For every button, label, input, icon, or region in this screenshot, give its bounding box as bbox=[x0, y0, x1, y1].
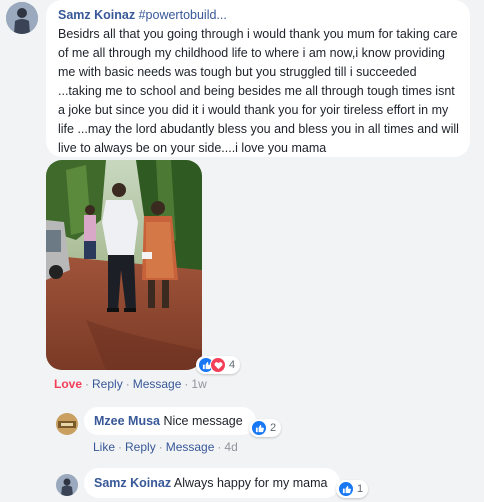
avatar-icon bbox=[56, 413, 78, 435]
photo-image bbox=[46, 160, 202, 370]
love-button[interactable]: Love bbox=[54, 377, 82, 391]
avatar-samz-koinaz[interactable] bbox=[6, 2, 38, 34]
reply-button[interactable]: Reply bbox=[92, 377, 123, 391]
reply-bubble: Mzee Musa Nice message bbox=[84, 407, 256, 435]
comment-actions: Love · Reply · Message · 1w bbox=[54, 377, 207, 391]
avatar-icon bbox=[56, 474, 78, 496]
like-button[interactable]: Like bbox=[93, 440, 115, 454]
comment-author[interactable]: Samz Koinaz bbox=[58, 8, 135, 22]
reply-author[interactable]: Samz Koinaz bbox=[94, 476, 171, 490]
reply-reactions[interactable]: 1 bbox=[336, 480, 369, 498]
reaction-count: 4 bbox=[229, 359, 236, 371]
comment-bubble: Samz Koinaz #powertobuild... Besidrs all… bbox=[46, 0, 470, 157]
avatar-samz-koinaz[interactable] bbox=[56, 474, 78, 496]
reply-text: Always happy for my mama bbox=[173, 476, 328, 490]
comment-photo[interactable] bbox=[46, 160, 202, 370]
message-button[interactable]: Message bbox=[166, 440, 215, 454]
like-reaction-icon bbox=[251, 420, 267, 436]
reply-button[interactable]: Reply bbox=[125, 440, 156, 454]
reply-timestamp[interactable]: 4d bbox=[224, 440, 237, 454]
hashtag-link[interactable]: #powertobuild... bbox=[139, 8, 227, 22]
avatar-icon bbox=[6, 2, 38, 34]
message-button[interactable]: Message bbox=[133, 377, 182, 391]
love-reaction-icon bbox=[210, 357, 226, 373]
like-reaction-icon bbox=[338, 481, 354, 497]
reply-bubble: Samz Koinaz Always happy for my mama bbox=[84, 468, 340, 498]
reply-actions: Like · Reply · Message · 4d bbox=[93, 440, 238, 454]
avatar-mzee-musa[interactable] bbox=[56, 413, 78, 435]
reaction-count: 1 bbox=[357, 483, 364, 495]
comment-text: Besidrs all that you going through i wou… bbox=[58, 27, 459, 155]
reply-author[interactable]: Mzee Musa bbox=[94, 414, 160, 428]
comment-reactions[interactable]: 4 bbox=[196, 356, 241, 374]
comment-timestamp[interactable]: 1w bbox=[191, 377, 206, 391]
reply-reactions[interactable]: 2 bbox=[249, 419, 282, 437]
reply-text: Nice message bbox=[163, 414, 243, 428]
reaction-count: 2 bbox=[270, 422, 277, 434]
